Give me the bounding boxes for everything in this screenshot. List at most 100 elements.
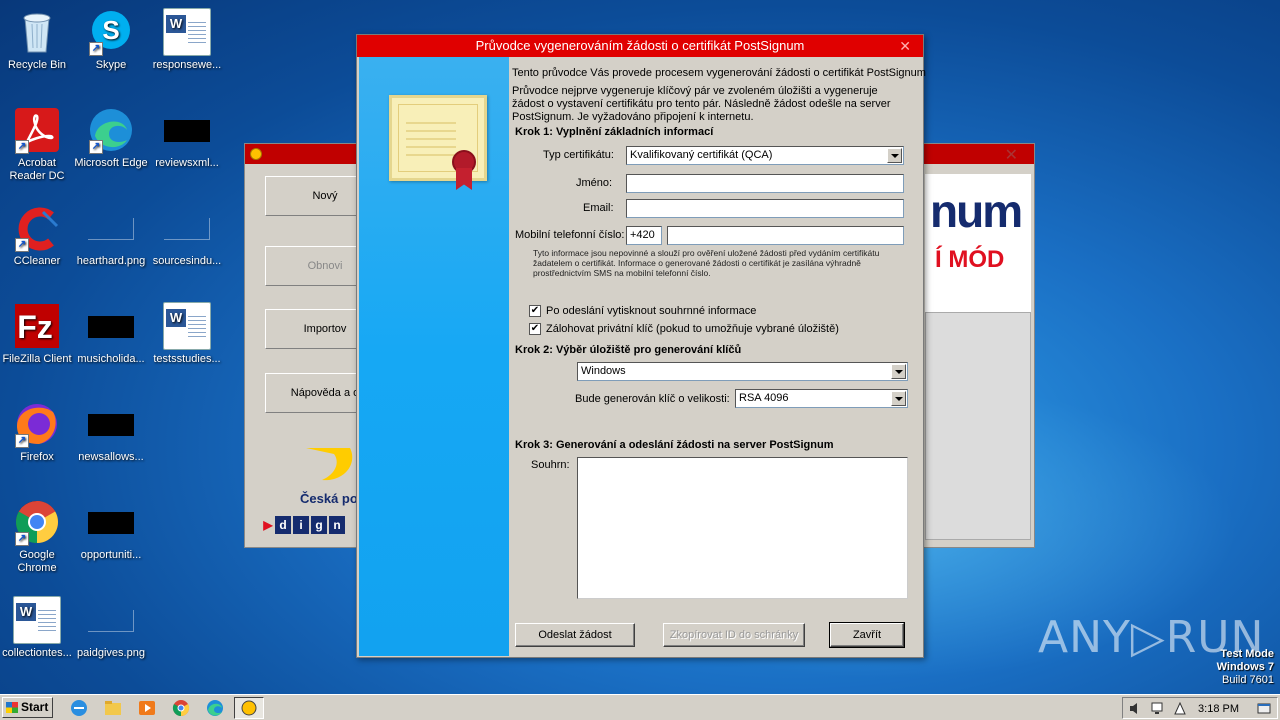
chevron-down-icon[interactable] [891, 364, 906, 379]
summary-textarea[interactable] [577, 457, 908, 599]
chevron-down-icon[interactable] [887, 148, 902, 163]
network-icon[interactable] [1151, 702, 1165, 715]
print-summary-checkbox[interactable]: ✔ [529, 305, 541, 317]
desktop-icon-hearthard[interactable]: hearthard.png [74, 204, 148, 268]
test-mode-notice: Test Mode Windows 7 Build 7601 [1216, 648, 1274, 686]
show-desktop-icon[interactable] [1257, 702, 1271, 715]
email-field[interactable] [626, 199, 904, 218]
step1-heading: Krok 1: Vyplnění základních informací [515, 126, 714, 138]
description-text: Průvodce nejprve vygeneruje klíčový pár … [512, 85, 891, 123]
desktop-icon-opportuniti[interactable]: opportuniti... [74, 498, 148, 562]
start-button[interactable]: Start [2, 697, 53, 718]
step3-heading: Krok 3: Generování a odeslání žádosti na… [515, 439, 834, 451]
chrome-icon: ↗ [13, 498, 61, 546]
shortcut-arrow-icon: ↗ [15, 140, 29, 154]
edge-icon[interactable] [204, 698, 226, 718]
wizard-content: Tento průvodce Vás provede procesem vyge… [512, 57, 926, 657]
acrobat-icon: ↗ [13, 106, 61, 154]
shortcut-arrow-icon: ↗ [89, 42, 103, 56]
shortcut-arrow-icon: ↗ [15, 238, 29, 252]
info-note: Tyto informace jsou nepovinné a slouží p… [533, 248, 880, 278]
file-icon [88, 512, 134, 534]
certificate-request-wizard[interactable]: Průvodce vygenerováním žádosti o certifi… [356, 34, 926, 658]
key-size-label: Bude generován klíč o velikosti: [575, 393, 730, 405]
windows-flag-icon [6, 702, 18, 713]
summary-label: Souhrn: [531, 459, 570, 471]
desktop-icon-testsstudies[interactable]: testsstudies... [150, 302, 224, 366]
desktop-icon-ccleaner[interactable]: ↗ CCleaner [0, 204, 74, 268]
phone-prefix-field[interactable]: +420 [626, 226, 662, 245]
desktop-icon-skype[interactable]: S ↗ Skype [74, 8, 148, 72]
certificate-lines [406, 116, 456, 156]
word-doc-icon [13, 596, 61, 644]
print-summary-label[interactable]: Po odeslání vytisknout souhrnné informac… [546, 305, 756, 317]
image-file-icon [88, 218, 134, 240]
dialog-titlebar[interactable]: Průvodce vygenerováním žádosti o certifi… [357, 35, 923, 57]
desktop-icon-chrome[interactable]: ↗ Google Chrome [0, 498, 74, 575]
desktop-icon-reviewsxml[interactable]: reviewsxml... [150, 106, 224, 170]
cert-type-select[interactable]: Kvalifikovaný certifikát (QCA) [626, 146, 904, 165]
active-app-taskbar-button[interactable] [234, 697, 264, 719]
desktop-icon-firefox[interactable]: ↗ Firefox [0, 400, 74, 464]
triangle-icon: ▶ [263, 518, 273, 532]
copy-id-button[interactable]: Zkopírovat ID do schránky [663, 623, 805, 647]
brand-text: num [930, 185, 1023, 237]
intro-text: Tento průvodce Vás provede procesem vyge… [512, 67, 926, 79]
file-icon [88, 316, 134, 338]
skype-icon: S ↗ [87, 8, 135, 56]
dign-logo: ▶ d i g n [263, 516, 347, 534]
chevron-down-icon[interactable] [891, 391, 906, 406]
content-panel [925, 312, 1031, 540]
desktop-icon-responsewe[interactable]: responsewe... [150, 8, 224, 72]
volume-icon[interactable] [1129, 702, 1143, 715]
desktop-icon-newsallows[interactable]: newsallows... [74, 400, 148, 464]
name-field[interactable] [626, 174, 904, 193]
desktop-icon-collectiontes[interactable]: collectiontes... [0, 596, 74, 660]
cert-type-label: Typ certifikátu: [543, 149, 614, 161]
ccleaner-icon: ↗ [13, 204, 61, 252]
close-button[interactable]: Zavřít [829, 622, 905, 648]
close-icon[interactable]: ✕ [899, 35, 911, 57]
send-request-button[interactable]: Odeslat žádost [515, 623, 635, 647]
taskbar: Start 3:18 PM [0, 694, 1280, 720]
storage-select[interactable]: Windows [577, 362, 908, 381]
ribbon-icon [456, 168, 472, 190]
chrome-icon[interactable] [170, 698, 192, 718]
filezilla-icon: Fz [13, 302, 61, 350]
key-size-select[interactable]: RSA 4096 [735, 389, 908, 408]
close-icon[interactable]: ✕ [1005, 145, 1018, 165]
image-file-icon [88, 610, 134, 632]
desktop-icon-acrobat[interactable]: ↗ Acrobat Reader DC [0, 106, 74, 183]
step2-heading: Krok 2: Výběr úložiště pro generování kl… [515, 344, 742, 356]
wizard-side-panel [359, 57, 509, 656]
certificate-icon [389, 95, 487, 190]
dialog-title: Průvodce vygenerováním žádosti o certifi… [475, 38, 805, 53]
explorer-icon[interactable] [102, 698, 124, 718]
name-label: Jméno: [576, 177, 613, 189]
firefox-icon: ↗ [13, 400, 61, 448]
edge-icon: ↗ [87, 106, 135, 154]
desktop-icon-sourcesindu[interactable]: sourcesindu... [150, 204, 224, 268]
clock[interactable]: 3:18 PM [1198, 703, 1239, 715]
ie-icon[interactable] [68, 698, 90, 718]
desktop-icon-edge[interactable]: ↗ Microsoft Edge [74, 106, 148, 170]
system-tray: 3:18 PM [1122, 697, 1278, 719]
backup-key-label[interactable]: Zálohovat privátní klíč (pokud to umožňu… [546, 323, 839, 335]
shortcut-arrow-icon: ↗ [89, 140, 103, 154]
app-orb-icon [241, 700, 257, 716]
phone-label: Mobilní telefonní číslo: [515, 229, 625, 241]
desktop-icon-filezilla[interactable]: Fz FileZilla Client [0, 302, 74, 366]
shortcut-arrow-icon: ↗ [15, 532, 29, 546]
desktop-icon-musicholida[interactable]: musicholida... [74, 302, 148, 366]
desktop-icon-paidgives[interactable]: paidgives.png [74, 596, 148, 660]
action-center-icon[interactable] [1173, 702, 1187, 715]
media-player-icon[interactable] [136, 698, 158, 718]
word-doc-icon [163, 8, 211, 56]
svg-text:S: S [102, 15, 119, 45]
recycle-bin-icon [13, 8, 61, 56]
backup-key-checkbox[interactable]: ✔ [529, 323, 541, 335]
mode-text: Í MÓD [935, 246, 1005, 273]
phone-number-field[interactable] [667, 226, 904, 245]
desktop-icon-recycle-bin[interactable]: Recycle Bin [0, 8, 74, 72]
file-icon [164, 120, 210, 142]
